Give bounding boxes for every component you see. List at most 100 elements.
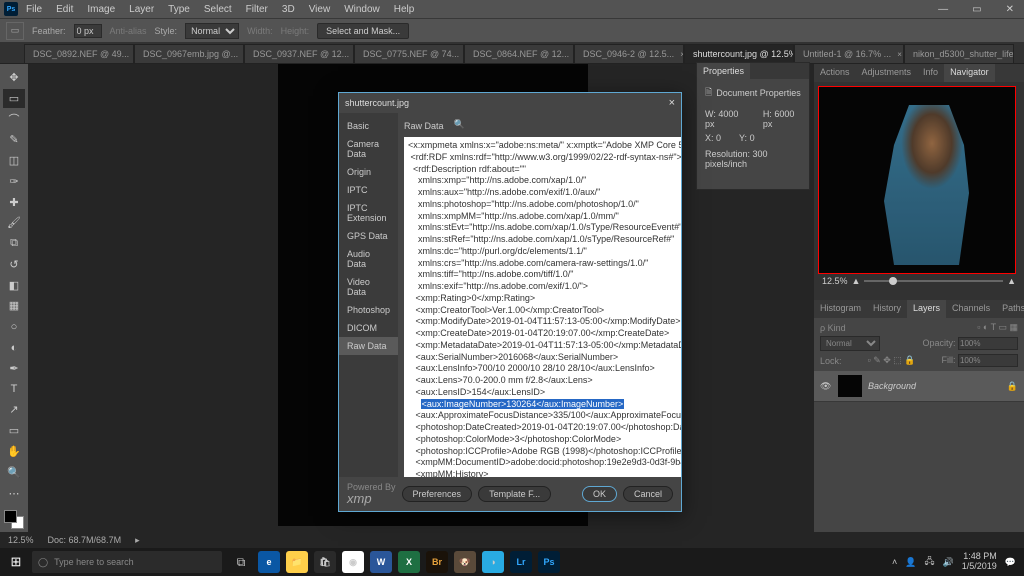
panel-tab-channels[interactable]: Channels bbox=[946, 300, 996, 318]
preferences-button[interactable]: Preferences bbox=[402, 486, 473, 502]
opacity-input[interactable] bbox=[958, 337, 1018, 350]
tray-date[interactable]: 1/5/2019 bbox=[962, 562, 997, 572]
side-gps[interactable]: GPS Data bbox=[339, 227, 398, 245]
quick-select-tool[interactable]: ✎ bbox=[3, 130, 25, 149]
fill-input[interactable] bbox=[958, 354, 1018, 367]
side-video[interactable]: Video Data bbox=[339, 273, 398, 301]
doc-tab[interactable]: DSC_0892.NEF @ 49...× bbox=[24, 44, 134, 63]
panel-tab-navigator[interactable]: Navigator bbox=[944, 64, 995, 82]
path-tool[interactable]: ↗ bbox=[3, 401, 25, 420]
blur-tool[interactable]: ○ bbox=[3, 317, 25, 336]
dodge-tool[interactable]: ◐ bbox=[3, 338, 25, 357]
word-icon[interactable]: W bbox=[368, 550, 394, 574]
task-view-icon[interactable]: ⧉ bbox=[228, 550, 254, 574]
menu-file[interactable]: File bbox=[20, 2, 48, 17]
menu-3d[interactable]: 3D bbox=[276, 2, 301, 17]
menu-help[interactable]: Help bbox=[388, 2, 421, 17]
menu-select[interactable]: Select bbox=[198, 2, 238, 17]
dialog-close-icon[interactable]: × bbox=[669, 97, 675, 109]
zoom-tool[interactable]: 🔍 bbox=[3, 463, 25, 482]
close-tab-icon[interactable]: × bbox=[897, 50, 902, 59]
side-raw-data[interactable]: Raw Data bbox=[339, 337, 398, 355]
doc-tab[interactable]: nikon_d5300_shutter_life.pr× bbox=[904, 44, 1014, 63]
photoshop-taskbar-icon[interactable]: Ps bbox=[536, 550, 562, 574]
healing-tool[interactable]: ✚ bbox=[3, 193, 25, 212]
ok-button[interactable]: OK bbox=[582, 486, 617, 502]
excel-icon[interactable]: X bbox=[396, 550, 422, 574]
raw-xml-textarea[interactable]: <x:xmpmeta xmlns:x="adobe:ns:meta/" x:xm… bbox=[404, 137, 681, 477]
lock-icon[interactable]: 🔒 bbox=[1007, 381, 1018, 392]
feather-input[interactable] bbox=[74, 24, 102, 38]
notifications-icon[interactable]: 💬 bbox=[1005, 557, 1016, 568]
restore-icon[interactable]: ▭ bbox=[966, 2, 987, 17]
menu-image[interactable]: Image bbox=[81, 2, 121, 17]
brush-tool[interactable]: 🖌 bbox=[3, 213, 25, 232]
search-icon[interactable]: 🔍 bbox=[454, 119, 468, 133]
close-icon[interactable]: ✕ bbox=[1000, 2, 1020, 17]
menu-window[interactable]: Window bbox=[338, 2, 386, 17]
side-origin[interactable]: Origin bbox=[339, 163, 398, 181]
panel-tab-layers[interactable]: Layers bbox=[907, 300, 946, 318]
edit-toolbar-icon[interactable]: ⋯ bbox=[3, 484, 25, 503]
marquee-tool-icon[interactable]: ▭ bbox=[6, 22, 24, 40]
start-button[interactable]: ⊞ bbox=[0, 548, 32, 576]
move-tool[interactable]: ✥ bbox=[3, 68, 25, 87]
chrome-icon[interactable]: ◉ bbox=[340, 550, 366, 574]
history-brush-tool[interactable]: ↺ bbox=[3, 255, 25, 274]
shape-tool[interactable]: ▭ bbox=[3, 421, 25, 440]
doc-tab[interactable]: Untitled-1 @ 16.7% ...× bbox=[794, 44, 904, 63]
type-tool[interactable]: T bbox=[3, 380, 25, 399]
cancel-button[interactable]: Cancel bbox=[623, 486, 673, 502]
search-box[interactable]: ◯Type here to search bbox=[32, 551, 222, 573]
doc-tab[interactable]: DSC_0937.NEF @ 12...× bbox=[244, 44, 354, 63]
eraser-tool[interactable]: ◧ bbox=[3, 276, 25, 295]
menu-view[interactable]: View bbox=[303, 2, 337, 17]
pen-tool[interactable]: ✒ bbox=[3, 359, 25, 378]
tray-up-icon[interactable]: ˄ bbox=[892, 557, 897, 567]
menu-edit[interactable]: Edit bbox=[50, 2, 79, 17]
color-swatches[interactable] bbox=[4, 510, 24, 529]
side-audio[interactable]: Audio Data bbox=[339, 245, 398, 273]
store-icon[interactable]: 🛍 bbox=[312, 550, 338, 574]
side-iptc-ext[interactable]: IPTC Extension bbox=[339, 199, 398, 227]
tray-network-icon[interactable]: 🖧 bbox=[924, 554, 934, 570]
doc-tab[interactable]: DSC_0967emb.jpg @...× bbox=[134, 44, 244, 63]
crop-tool[interactable]: ◫ bbox=[3, 151, 25, 170]
panel-tab-adjustments[interactable]: Adjustments bbox=[856, 64, 918, 82]
panel-tab-paths[interactable]: Paths bbox=[996, 300, 1024, 318]
app-icon[interactable]: ◑ bbox=[480, 550, 506, 574]
marquee-tool[interactable]: ▭ bbox=[3, 89, 25, 108]
doc-tab[interactable]: DSC_0775.NEF @ 74...× bbox=[354, 44, 464, 63]
eyedropper-tool[interactable]: ✑ bbox=[3, 172, 25, 191]
menu-filter[interactable]: Filter bbox=[240, 2, 274, 17]
explorer-icon[interactable]: 📁 bbox=[284, 550, 310, 574]
lightroom-icon[interactable]: Lr bbox=[508, 550, 534, 574]
side-photoshop[interactable]: Photoshop bbox=[339, 301, 398, 319]
menu-type[interactable]: Type bbox=[162, 2, 196, 17]
navigator-preview[interactable] bbox=[818, 86, 1016, 274]
template-button[interactable]: Template F... bbox=[478, 486, 551, 502]
lasso-tool[interactable]: ⌒ bbox=[3, 110, 25, 129]
side-dicom[interactable]: DICOM bbox=[339, 319, 398, 337]
style-select[interactable]: Normal bbox=[185, 23, 239, 39]
gradient-tool[interactable]: ▦ bbox=[3, 297, 25, 316]
bridge-icon[interactable]: Br bbox=[424, 550, 450, 574]
properties-tab[interactable]: Properties bbox=[697, 63, 750, 79]
zoom-out-icon[interactable]: ▲ bbox=[852, 276, 861, 286]
hand-tool[interactable]: ✋ bbox=[3, 442, 25, 461]
status-zoom[interactable]: 12.5% bbox=[8, 535, 34, 545]
stamp-tool[interactable]: ⧉ bbox=[3, 234, 25, 253]
panel-tab-actions[interactable]: Actions bbox=[814, 64, 856, 82]
visibility-icon[interactable]: 👁 bbox=[820, 381, 832, 392]
menu-layer[interactable]: Layer bbox=[123, 2, 160, 17]
minimize-icon[interactable]: — bbox=[932, 2, 954, 17]
side-camera-data[interactable]: Camera Data bbox=[339, 135, 398, 163]
edge-icon[interactable]: e bbox=[256, 550, 282, 574]
side-basic[interactable]: Basic bbox=[339, 117, 398, 135]
gimp-icon[interactable]: 🐶 bbox=[452, 550, 478, 574]
panel-tab-histogram[interactable]: Histogram bbox=[814, 300, 867, 318]
layer-background[interactable]: 👁 Background 🔒 bbox=[814, 371, 1024, 402]
tray-people-icon[interactable]: 👤 bbox=[905, 557, 916, 568]
panel-tab-info[interactable]: Info bbox=[917, 64, 944, 82]
side-iptc[interactable]: IPTC bbox=[339, 181, 398, 199]
